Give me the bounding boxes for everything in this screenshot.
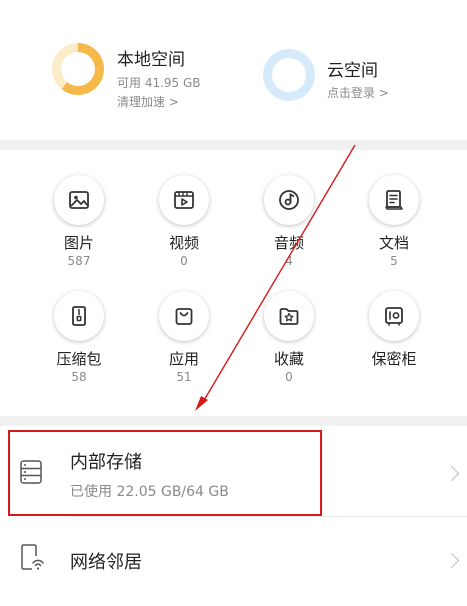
category-name: 应用 [168,350,199,368]
section-divider [0,140,467,150]
video-icon [159,175,209,225]
category-apps[interactable]: 应用 51 [148,291,220,384]
category-count: 5 [390,254,398,268]
storage-icon [20,460,42,488]
category-name: 压缩包 [56,350,102,368]
section-divider [0,416,467,426]
network-neighbors-title: 网络邻居 [70,552,142,573]
category-safe[interactable]: 保密柜 [358,291,430,370]
category-archives[interactable]: 压缩包 58 [43,291,115,384]
category-count: 58 [71,370,87,384]
internal-storage-title: 内部存储 [70,452,142,473]
cloud-storage-ring[interactable] [263,49,315,101]
star-folder-icon [264,291,314,341]
safe-icon [369,291,419,341]
chevron-right-icon [443,552,460,569]
cloud-login-link[interactable]: 点击登录 > [327,84,389,101]
music-icon [264,175,314,225]
image-icon [54,175,104,225]
network-neighbors-row[interactable]: 网络邻居 [0,517,467,606]
category-documents[interactable]: 文档 5 [358,175,430,268]
local-storage-available: 可用 41.95 GB [117,76,201,90]
storage-summary: 本地空间 可用 41.95 GB 清理加速 > 云空间 点击登录 > [0,0,467,140]
shopping-bag-icon [159,291,209,341]
internal-storage-row[interactable]: 内部存储 已使用 22.05 GB/64 GB [0,426,467,516]
internal-storage-usage: 已使用 22.05 GB/64 GB [70,484,229,500]
category-name: 文档 [378,234,409,252]
archive-icon [54,291,104,341]
network-device-icon [20,544,44,576]
category-images[interactable]: 图片 587 [43,175,115,268]
category-favorites[interactable]: 收藏 0 [253,291,325,384]
category-name: 图片 [63,234,94,252]
local-storage-title[interactable]: 本地空间 [117,45,185,70]
local-storage-ring[interactable] [52,43,104,95]
category-count: 587 [67,254,91,268]
document-icon [369,175,419,225]
category-count: 0 [285,370,293,384]
cleanup-link[interactable]: 清理加速 > [117,93,179,110]
category-name: 收藏 [273,350,304,368]
category-name: 保密柜 [371,350,417,368]
category-count: 4 [285,254,293,268]
cloud-storage-title[interactable]: 云空间 [327,56,378,81]
category-audio[interactable]: 音频 4 [253,175,325,268]
category-name: 音频 [273,234,304,252]
category-count: 51 [176,370,192,384]
category-videos[interactable]: 视频 0 [148,175,220,268]
category-name: 视频 [168,234,199,252]
chevron-right-icon [443,465,460,482]
category-count: 0 [180,254,188,268]
